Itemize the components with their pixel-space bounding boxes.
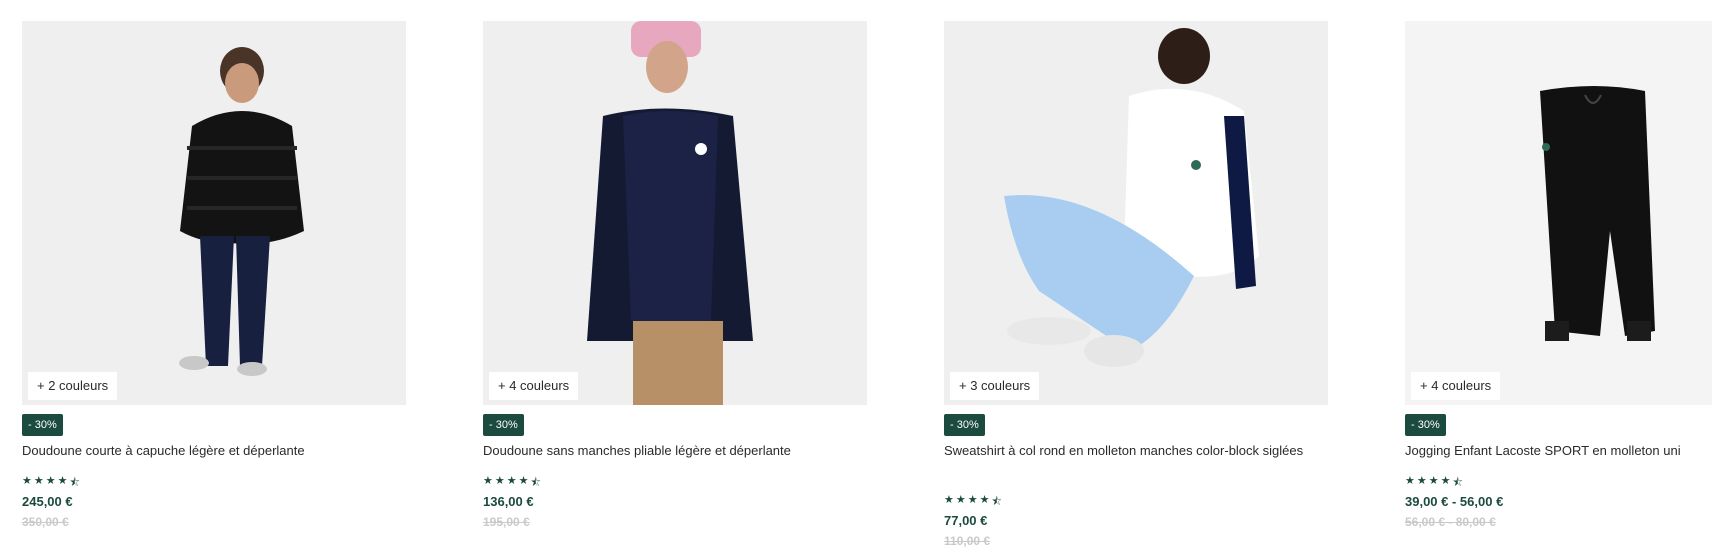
product-grid: + 2 couleurs - 30% Doudoune courte à cap… — [22, 21, 1712, 550]
star-icon: ★ — [967, 494, 978, 506]
star-icon: ★ — [22, 475, 32, 487]
product-title[interactable]: Jogging Enfant Lacoste SPORT en molleton… — [1405, 441, 1712, 461]
product-image[interactable]: + 3 couleurs — [944, 21, 1328, 405]
color-count-label[interactable]: + 2 couleurs — [28, 372, 118, 400]
old-price: 110,00 € — [944, 534, 991, 548]
color-count-label[interactable]: + 4 couleurs — [1411, 372, 1501, 400]
star-icon: ★ — [955, 494, 966, 506]
rating-stars: ★ ★ ★ ★ ⯪ — [22, 474, 80, 493]
star-icon: ★ — [494, 475, 505, 487]
star-icon: ★ — [57, 475, 68, 487]
half-star-icon: ⯪ — [991, 496, 1002, 508]
color-count-label[interactable]: + 3 couleurs — [950, 372, 1040, 400]
star-icon: ★ — [1440, 475, 1451, 487]
product-card[interactable]: + 2 couleurs - 30% Doudoune courte à cap… — [22, 21, 406, 529]
rating-stars: ★ ★ ★ ★ ⯪ — [944, 493, 1002, 512]
star-icon: ★ — [1416, 475, 1427, 487]
half-star-icon: ⯪ — [530, 477, 541, 489]
product-image[interactable]: + 4 couleurs — [483, 21, 867, 405]
half-star-icon: ⯪ — [69, 477, 80, 489]
discount-badge: - 30% — [1405, 414, 1446, 436]
star-icon: ★ — [483, 475, 493, 487]
star-icon: ★ — [518, 475, 529, 487]
product-card[interactable]: + 3 couleurs - 30% Sweatshirt à col rond… — [944, 21, 1328, 548]
color-count-label[interactable]: + 4 couleurs — [489, 372, 579, 400]
rating-stars: ★ ★ ★ ★ ⯪ — [483, 474, 541, 493]
product-title[interactable]: Doudoune sans manches pliable légère et … — [483, 441, 867, 461]
star-icon: ★ — [979, 494, 990, 506]
price: 245,00 € — [22, 494, 73, 509]
product-card[interactable]: + 4 couleurs - 30% Doudoune sans manches… — [483, 21, 867, 529]
rating-stars: ★ ★ ★ ★ ⯪ — [1405, 474, 1463, 493]
star-icon: ★ — [506, 475, 517, 487]
discount-badge: - 30% — [944, 414, 985, 436]
price: 77,00 € — [944, 513, 988, 528]
discount-badge: - 30% — [483, 414, 524, 436]
product-image[interactable]: + 4 couleurs — [1405, 21, 1712, 405]
discount-badge: - 30% — [22, 414, 63, 436]
star-icon: ★ — [1405, 475, 1415, 487]
price: 136,00 € — [483, 494, 534, 509]
product-title[interactable]: Doudoune courte à capuche légère et dépe… — [22, 441, 406, 461]
product-image[interactable]: + 2 couleurs — [22, 21, 406, 405]
half-star-icon: ⯪ — [1452, 477, 1463, 489]
star-icon: ★ — [1428, 475, 1439, 487]
price: 39,00 € - 56,00 € — [1405, 494, 1504, 509]
star-icon: ★ — [33, 475, 44, 487]
star-icon: ★ — [45, 475, 56, 487]
product-title[interactable]: Sweatshirt à col rond en molleton manche… — [944, 441, 1328, 461]
old-price: 350,00 € — [22, 515, 69, 529]
old-price: 195,00 € — [483, 515, 530, 529]
product-card[interactable]: + 4 couleurs - 30% Jogging Enfant Lacost… — [1405, 21, 1712, 529]
star-icon: ★ — [944, 494, 954, 506]
old-price: 56,00 € - 80,00 € — [1405, 515, 1496, 529]
